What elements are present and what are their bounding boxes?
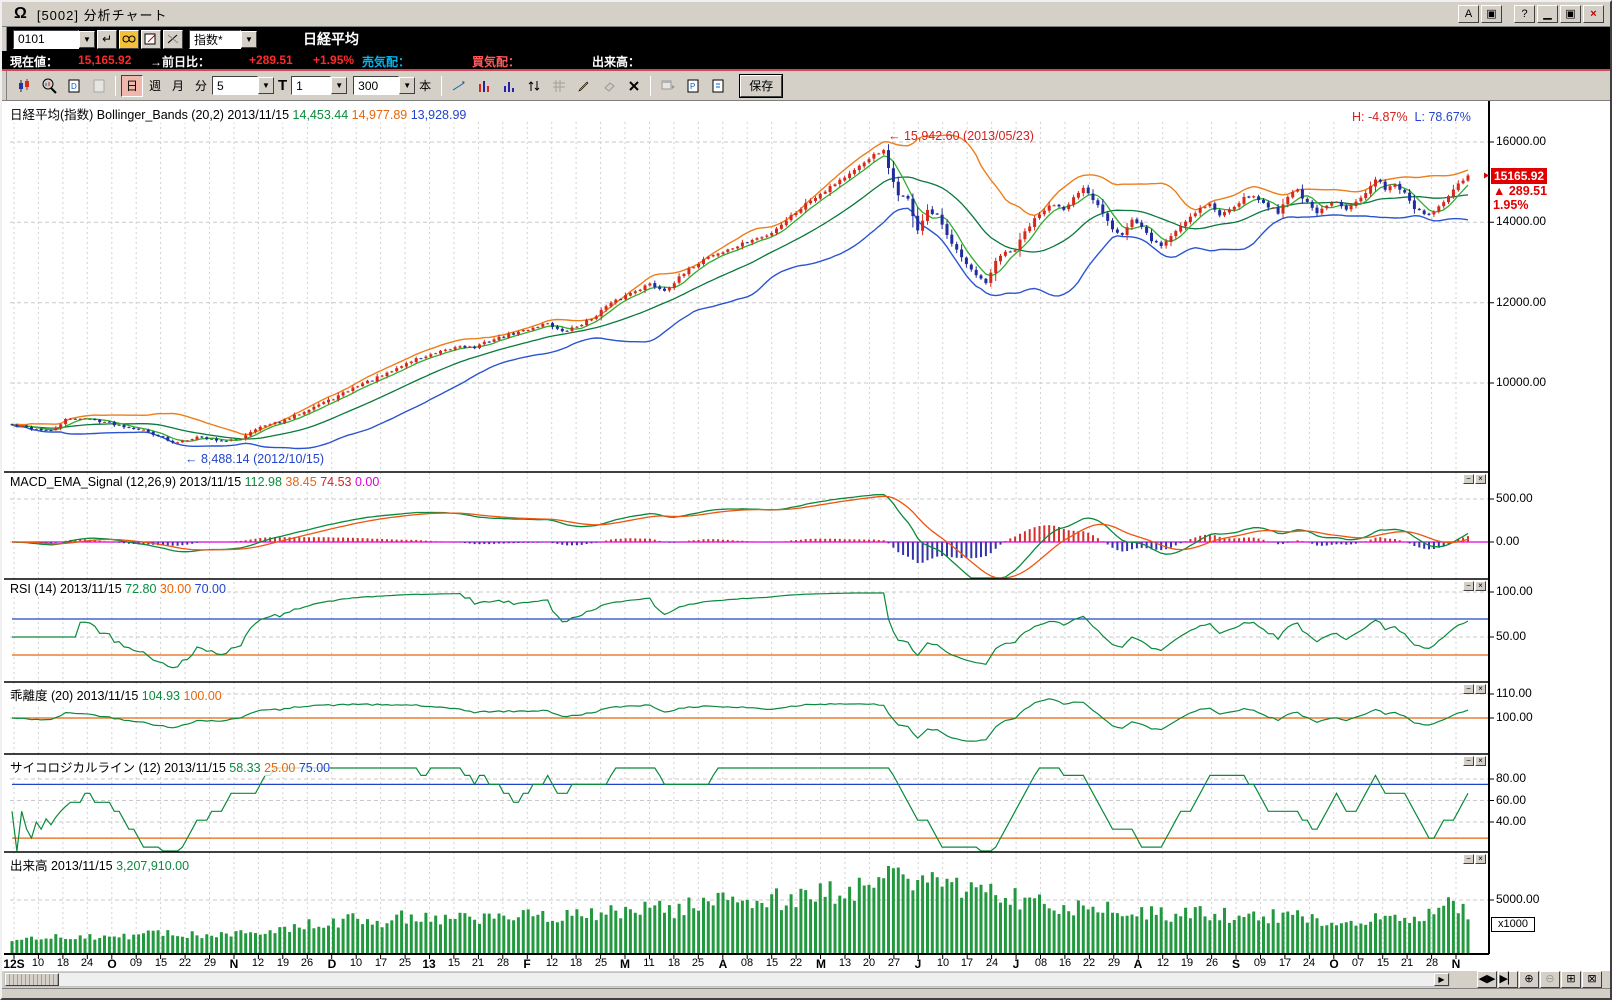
delete-drawing-icon[interactable] [622,74,646,98]
tick-dropdown[interactable]: ▼ [331,77,347,94]
period-monthly-button[interactable]: 月 [167,75,189,97]
cascade-windows-button[interactable]: ▣ [1481,5,1502,23]
psy-close-button[interactable]: × [1475,756,1486,766]
close-subchart-button[interactable]: ⊠ [1582,971,1602,988]
change-pct-value: +1.95% [313,53,354,67]
trendline-draw-icon[interactable] [447,74,471,98]
scrollbar-right-arrow[interactable]: ▶ [1434,973,1449,986]
indicator-histogram-icon[interactable] [472,74,496,98]
separator [115,76,116,96]
minute-interval-select[interactable]: 5 [212,76,258,95]
period-minute-button[interactable]: 分 [190,75,212,97]
current-price-label: 現在値： [10,53,58,70]
grid-layout-button[interactable]: ⊞ [1561,971,1581,988]
pan-mode-button[interactable]: ◀▶ [1477,971,1497,988]
bar-count-dropdown[interactable]: ▼ [399,77,415,94]
vol-minimize-button[interactable]: − [1463,854,1474,864]
titlebar-buttons: A▣?▁▣× [1458,5,1604,23]
quote-bar: 0101 ▼ ↵ 指数* ▼ 日経平均 [2,27,1610,51]
macd-close-button[interactable]: × [1475,474,1486,484]
save-button[interactable]: 保存 [740,75,782,97]
titlebar[interactable]: Ω [5002] 分析チャート A▣?▁▣× [2,2,1610,27]
zoom-chart-icon[interactable] [37,74,61,98]
symbol-code-value[interactable]: 0101 [14,32,49,46]
symbol-name: 日経平均 [303,29,359,49]
svg-text:P: P [690,82,695,91]
toolbar-grip[interactable] [2,27,7,51]
binoculars-search-icon[interactable] [119,30,139,49]
zoom-out-button[interactable]: ⊖ [1540,971,1560,988]
bottom-bar: ▶ ◀▶▶▏⊕⊖⊞⊠ [2,970,1610,988]
minute-interval-dropdown[interactable]: ▼ [258,77,274,94]
close-button[interactable]: × [1583,5,1604,23]
separator [650,76,651,96]
scrollbar-thumb[interactable] [5,973,59,986]
ask-label: 売気配： [362,53,410,70]
minute-interval-value[interactable]: 5 [213,79,243,93]
window-footer [2,988,1610,1000]
svg-text:D: D [71,82,77,91]
category-dropdown-button[interactable]: ▼ [241,31,257,48]
edit-memo-icon[interactable] [141,30,161,49]
current-price-value: 15,165.92 [78,53,131,67]
help-button[interactable]: ? [1514,5,1535,23]
pencil-draw-icon[interactable] [572,74,596,98]
layout-window-icon[interactable] [656,74,680,98]
eraser-icon[interactable] [597,74,621,98]
rsi-minimize-button[interactable]: − [1463,581,1474,591]
window-title: [5002] 分析チャート [37,5,168,24]
minimize-button[interactable]: ▁ [1537,5,1558,23]
rsi-close-button[interactable]: × [1475,581,1486,591]
change-value: +289.51 [249,53,293,67]
app-logo-icon: Ω [14,5,27,23]
load-page-icon[interactable] [706,74,730,98]
macd-minimize-button[interactable]: − [1463,474,1474,484]
category-value[interactable]: 指数* [190,31,227,48]
period-daily-button[interactable]: 日 [121,75,143,97]
price-bar: 現在値： 15,165.92 →前日比： +289.51 +1.95% 売気配：… [2,51,1610,71]
chart-area: 日経平均(指数) Bollinger_Bands (20,2) 2013/11/… [2,101,1612,970]
volume-histogram-icon[interactable] [497,74,521,98]
volume-label: 出来高： [592,53,640,70]
copy-page-icon[interactable] [87,74,111,98]
tick-select[interactable]: 1 [291,76,331,95]
period-weekly-button[interactable]: 週 [144,75,166,97]
tick-label: T [278,77,287,94]
enter-button[interactable]: ↵ [97,30,117,49]
font-button[interactable]: A [1458,5,1479,23]
chart-nav-buttons: ◀▶▶▏⊕⊖⊞⊠ [1477,971,1602,988]
hide-draw-icon[interactable] [163,30,183,49]
sort-arrows-icon[interactable] [522,74,546,98]
vol-close-button[interactable]: × [1475,854,1486,864]
new-chart-page-icon[interactable]: D [62,74,86,98]
kairi-minimize-button[interactable]: − [1463,684,1474,694]
grid-settings-icon[interactable] [547,74,571,98]
save-page-icon[interactable]: P [681,74,705,98]
psy-minimize-button[interactable]: − [1463,756,1474,766]
analysis-chart-window: Ω [5002] 分析チャート A▣?▁▣× 0101 ▼ ↵ 指数* ▼ 日経… [0,0,1612,1000]
bar-unit-label: 本 [419,77,431,94]
tick-value[interactable]: 1 [292,79,322,93]
change-label: →前日比： [150,53,210,70]
symbol-code-dropdown-button[interactable]: ▼ [79,31,95,48]
separator [441,76,442,96]
symbol-code-input[interactable]: 0101 [13,30,79,49]
bid-label: 買気配： [472,53,520,70]
toolbar-grip2[interactable] [2,71,7,100]
horizontal-scrollbar[interactable]: ▶ [4,972,1450,987]
zoom-in-button[interactable]: ⊕ [1519,971,1539,988]
category-select[interactable]: 指数* [189,30,241,49]
chart-toolbar: D 日 週 月 分 5 ▼ T 1 ▼ 300 ▼ 本 [2,71,1610,101]
kairi-close-button[interactable]: × [1475,684,1486,694]
bar-count-select[interactable]: 300 [353,76,399,95]
jump-latest-button[interactable]: ▶▏ [1498,971,1518,988]
bar-count-value[interactable]: 300 [354,79,384,93]
restore-button[interactable]: ▣ [1560,5,1581,23]
candlestick-chart-icon[interactable] [12,74,36,98]
chart-plot-area[interactable] [2,101,1612,970]
